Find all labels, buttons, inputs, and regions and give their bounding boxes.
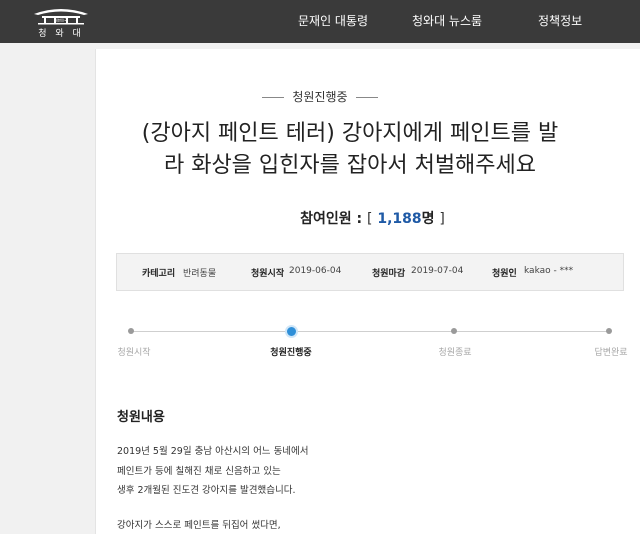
top-navigation-bar: 대한민국 청 와 대 문재인 대통령 청와대 뉴스룸 정책정보 xyxy=(0,0,640,43)
participant-count: 참여인원 : [ 1,188명 ] xyxy=(0,208,640,228)
participants-unit: 명 xyxy=(421,211,435,227)
category-label: 카테고리 xyxy=(142,269,176,279)
petitioner-label: 청원인 xyxy=(492,269,517,279)
petitioner-value: kakao - *** xyxy=(524,266,574,276)
content-line-5: 강아지가 스스로 페인트를 뒤집어 썼다면, xyxy=(117,520,281,531)
petition-status-tag: 청원진행중 xyxy=(0,88,640,105)
cheongwadae-logo[interactable]: 대한민국 청 와 대 xyxy=(30,6,92,39)
petition-title: (강아지 페인트 테러) 강아지에게 페인트를 발 라 화상을 입힌자를 잡아서… xyxy=(110,118,590,182)
step-label-answered: 답변완료 xyxy=(594,348,628,358)
status-dash-right xyxy=(355,97,378,98)
step-dot-start xyxy=(128,328,134,334)
petition-title-line-1: (강아지 페인트 테러) 강아지에게 페인트를 발 xyxy=(141,121,559,146)
nav-policy-info[interactable]: 정책정보 xyxy=(538,0,582,43)
petition-info-box: 카테고리 반려동물 청원시작 2019-06-04 청원마감 2019-07-0… xyxy=(116,253,624,291)
start-date-label: 청원시작 xyxy=(251,269,285,279)
end-date-value: 2019-07-04 xyxy=(411,266,464,276)
petition-title-line-2: 라 화상을 입힌자를 잡아서 처벌해주세요 xyxy=(163,153,537,178)
logo-emblem-text: 대한민국 xyxy=(55,18,69,23)
step-dot-in-progress xyxy=(285,325,298,338)
content-line-2: 페인트가 등에 칠해진 채로 신음하고 있는 xyxy=(117,466,281,477)
bracket-open: [ xyxy=(367,211,373,227)
blue-house-roof-icon: 대한민국 xyxy=(34,9,88,25)
end-date-label: 청원마감 xyxy=(372,269,406,279)
nav-president[interactable]: 문재인 대통령 xyxy=(298,0,368,43)
participants-label: 참여인원 : xyxy=(300,211,363,227)
step-label-in-progress: 청원진행중 xyxy=(270,348,312,358)
content-line-1: 2019년 5월 29일 충남 아산시의 어느 동네에서 xyxy=(117,446,309,457)
bracket-close: ] xyxy=(439,211,445,227)
content-section-title: 청원내용 xyxy=(117,410,165,425)
step-label-start: 청원시작 xyxy=(117,348,151,358)
logo-text: 청 와 대 xyxy=(38,29,84,39)
status-dash-left xyxy=(262,97,285,98)
content-line-3: 생후 2개월된 진도견 강아지를 발견했습니다. xyxy=(117,485,296,496)
progress-track xyxy=(131,331,609,332)
participants-number: 1,188 xyxy=(377,211,422,227)
step-dot-answered xyxy=(606,328,612,334)
start-date-value: 2019-06-04 xyxy=(289,266,342,276)
step-dot-ended xyxy=(451,328,457,334)
nav-newsroom[interactable]: 청와대 뉴스룸 xyxy=(412,0,482,43)
category-value: 반려동물 xyxy=(183,269,217,279)
petition-status-label: 청원진행중 xyxy=(292,90,348,104)
step-label-ended: 청원종료 xyxy=(438,348,472,358)
